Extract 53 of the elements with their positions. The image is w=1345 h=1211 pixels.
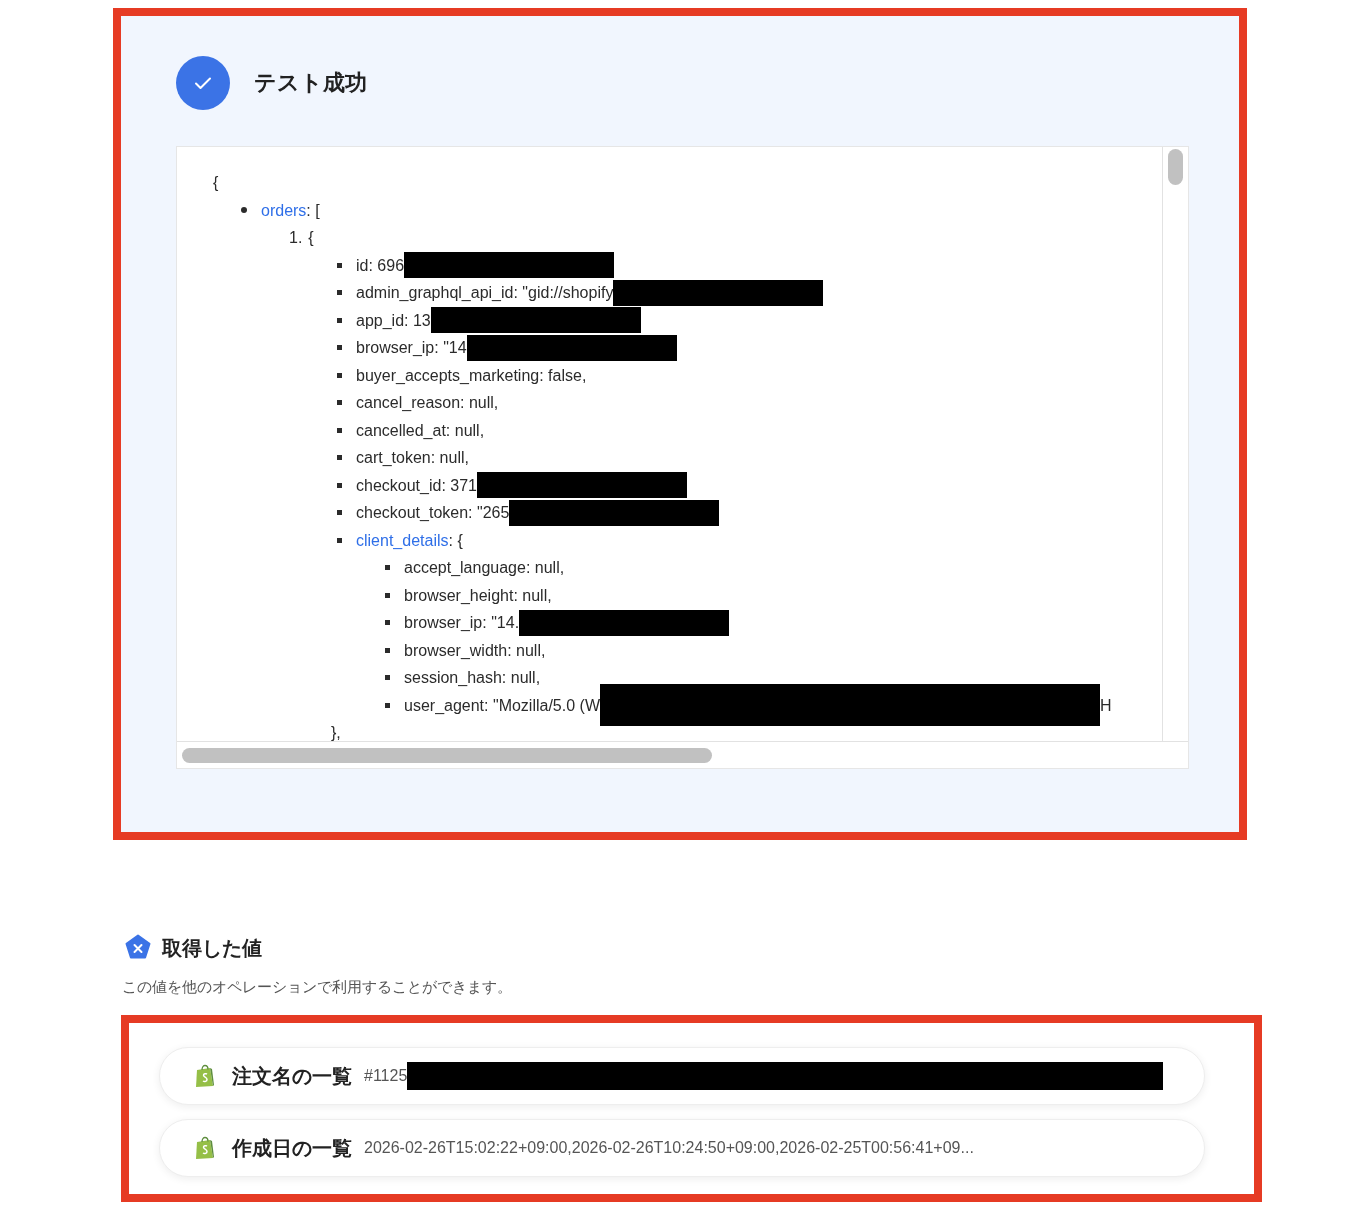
- code-text: browser_height: null,: [404, 585, 552, 606]
- shopping-bag-icon: [194, 1136, 216, 1160]
- code-text: user_agent: "Mozilla/5.0 (W: [404, 695, 600, 716]
- code-text: },: [331, 723, 341, 741]
- code-text: : {: [448, 530, 463, 551]
- code-text: {: [308, 228, 314, 248]
- code-text: buyer_accepts_marketing: false,: [356, 365, 587, 386]
- code-text: checkout_id: 371: [356, 475, 477, 496]
- bullet-icon: [385, 592, 390, 598]
- bullet-icon: [337, 262, 342, 268]
- value-label: 作成日の一覧: [232, 1135, 352, 1161]
- bullet-icon: [337, 290, 342, 296]
- list-number: 1.: [289, 228, 303, 248]
- bullet-icon: [337, 427, 342, 433]
- code-text: accept_language: null,: [404, 558, 565, 578]
- bullet-icon: [337, 510, 342, 516]
- section-description: この値を他のオペレーションで利用することができます。: [122, 978, 513, 997]
- code-text: browser_ip: "14: [356, 338, 467, 358]
- section-title: 取得した値: [162, 935, 262, 961]
- bullet-icon: [241, 207, 247, 214]
- bullet-icon: [337, 317, 342, 323]
- value-text: 2026-02-26T15:02:22+09:00,2026-02-26T10:24:50+09:00,2026-02-25T00:56:41+09...: [364, 1139, 974, 1157]
- bullet-icon: [337, 400, 342, 406]
- result-title: テスト成功: [254, 69, 367, 97]
- code-text: cancel_reason: null,: [356, 393, 499, 413]
- code-text: app_id: 13: [356, 310, 431, 331]
- bullet-icon: [385, 702, 390, 708]
- key-link[interactable]: client_details: [356, 526, 449, 554]
- bullet-icon: [337, 482, 342, 488]
- bullet-icon: [337, 537, 342, 543]
- code-text: : [: [306, 200, 320, 221]
- code-text: session_hash: null,: [404, 668, 541, 688]
- shopping-bag-icon: [194, 1064, 216, 1088]
- x-badge-icon: [124, 934, 152, 962]
- value-text: #1125: [364, 1067, 408, 1085]
- bullet-icon: [337, 455, 342, 461]
- bullet-icon: [385, 565, 390, 571]
- code-text: {: [213, 173, 220, 193]
- code-text: cancelled_at: null,: [356, 420, 485, 441]
- code-text: H: [1100, 695, 1112, 716]
- code-text: browser_width: null,: [404, 640, 546, 661]
- bullet-icon: [337, 345, 342, 351]
- code-text: cart_token: null,: [356, 448, 469, 468]
- value-label: 注文名の一覧: [232, 1063, 352, 1089]
- bullet-icon: [385, 675, 390, 681]
- code-text: checkout_token: "265: [356, 503, 510, 523]
- bullet-icon: [337, 372, 342, 378]
- code-text: admin_graphql_api_id: "gid://shopify: [356, 283, 614, 303]
- key-link[interactable]: orders: [261, 196, 307, 224]
- bullet-icon: [385, 647, 390, 653]
- code-text: id: 696: [356, 255, 405, 276]
- code-text: browser_ip: "14.: [404, 613, 520, 633]
- bullet-icon: [385, 620, 390, 626]
